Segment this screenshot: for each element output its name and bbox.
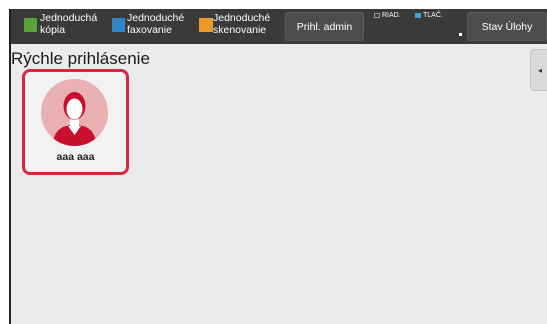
- easy-fax-shortcut[interactable]: Jednoduché faxovanie: [111, 9, 198, 44]
- easy-scan-shortcut[interactable]: Jednoduché skenovanie: [198, 9, 286, 44]
- status-tlac: TLAČ.: [415, 12, 443, 19]
- status-dot: [459, 33, 462, 36]
- fax-icon: [112, 18, 125, 32]
- copy-icon: [24, 18, 37, 32]
- job-status-button[interactable]: Stav Úlohy: [467, 12, 547, 41]
- easy-scan-label: Jednoduché skenovanie: [213, 12, 271, 36]
- user-tile[interactable]: aaa aaa: [22, 69, 129, 175]
- status-tlac-label: TLAČ.: [423, 12, 443, 19]
- status-riad: RIAD.: [374, 12, 401, 19]
- scan-icon: [199, 18, 213, 32]
- app-screen: Jednoduchá kópia Jednoduché faxovanie Je…: [9, 9, 547, 324]
- top-bar: Jednoduchá kópia Jednoduché faxovanie Je…: [11, 9, 547, 44]
- side-panel-toggle[interactable]: ◂: [530, 49, 547, 91]
- easy-copy-label: Jednoduchá kópia: [40, 12, 98, 36]
- status-riad-label: RIAD.: [382, 12, 401, 19]
- user-avatar-icon: [41, 79, 108, 146]
- page-title: Rýchle prihlásenie: [11, 49, 150, 68]
- status-riad-indicator: [374, 13, 380, 18]
- status-tlac-indicator: [415, 13, 421, 18]
- user-name: aaa aaa: [56, 151, 95, 163]
- chevron-left-icon: ◂: [537, 65, 542, 75]
- admin-login-button[interactable]: Prihl. admin: [285, 12, 364, 41]
- easy-fax-label: Jednoduché faxovanie: [127, 12, 185, 36]
- easy-copy-shortcut[interactable]: Jednoduchá kópia: [11, 9, 111, 44]
